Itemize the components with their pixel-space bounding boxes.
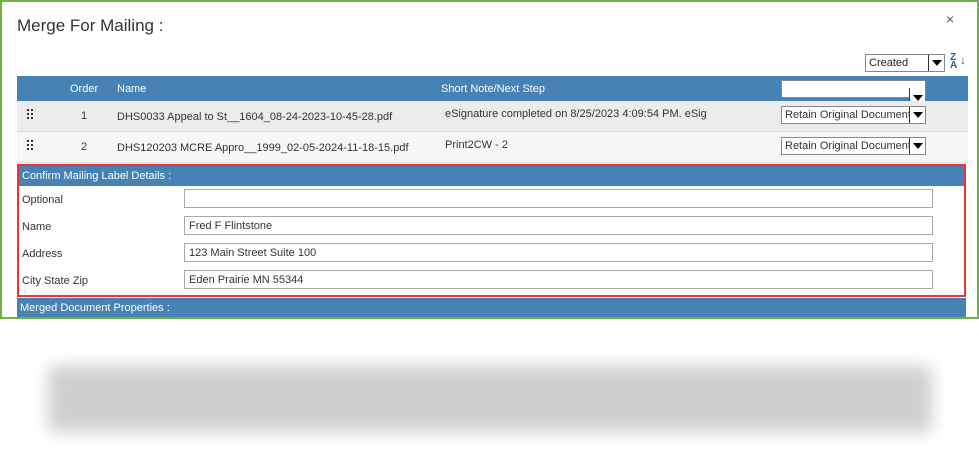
- row-name: DHS120203 MCRE Appro__1999_02-05-2024-11…: [117, 142, 409, 154]
- field-label: Optional: [22, 194, 63, 206]
- name-field[interactable]: [184, 216, 933, 235]
- table-row: 2 DHS120203 MCRE Appro__1999_02-05-2024-…: [17, 132, 968, 163]
- row-retain-value: Retain Original Document: [785, 140, 911, 152]
- form-row-optional: Optional: [19, 186, 964, 213]
- sort-arrow-icon: ↓: [960, 53, 966, 67]
- sort-direction-icon[interactable]: Z A ↓: [950, 53, 966, 71]
- form-row-name: Name: [19, 213, 964, 240]
- table-row: 1 DHS0033 Appeal to St__1604_08-24-2023-…: [17, 101, 968, 132]
- drag-handle-icon[interactable]: [27, 109, 35, 120]
- row-name: DHS0033 Appeal to St__1604_08-24-2023-10…: [117, 111, 393, 123]
- header-name[interactable]: Name: [117, 83, 146, 95]
- field-label: Name: [22, 221, 52, 233]
- row-order: 2: [81, 141, 88, 153]
- header-order[interactable]: Order: [70, 83, 98, 95]
- sort-select-value: Created: [869, 57, 909, 69]
- merged-properties-section-title[interactable]: Merged Document Properties :: [17, 298, 966, 317]
- header-retain-select[interactable]: Retain Original Document: [781, 80, 926, 104]
- drag-handle-icon[interactable]: [27, 140, 35, 151]
- row-order: 1: [81, 110, 88, 122]
- form-row-address: Address: [19, 240, 964, 267]
- form-row-city-state-zip: City State Zip: [19, 267, 964, 294]
- row-retain-select[interactable]: Retain Original Document: [781, 137, 926, 155]
- row-retain-select[interactable]: Retain Original Document: [781, 106, 926, 124]
- blurred-region: [48, 366, 932, 432]
- optional-field[interactable]: [184, 189, 933, 208]
- header-note[interactable]: Short Note/Next Step: [441, 83, 545, 95]
- sort-select[interactable]: Created: [865, 54, 945, 72]
- header-retain-value: Retain Original Document: [785, 83, 911, 95]
- merge-dialog: Merge For Mailing : × Created Z A ↓ Orde…: [0, 0, 979, 319]
- dialog-title: Merge For Mailing :: [17, 16, 164, 35]
- confirm-mailing-section: Confirm Mailing Label Details : Optional…: [17, 164, 966, 297]
- close-icon[interactable]: ×: [946, 11, 954, 27]
- field-label: City State Zip: [22, 275, 89, 287]
- row-retain-value: Retain Original Document: [785, 109, 911, 121]
- confirm-section-title: Confirm Mailing Label Details :: [19, 166, 964, 186]
- documents-grid: Order Name Short Note/Next Step Retain O…: [17, 76, 968, 163]
- row-note: eSignature completed on 8/25/2023 4:09:5…: [445, 108, 707, 120]
- field-label: Address: [22, 248, 63, 260]
- chevron-down-icon[interactable]: [928, 55, 944, 71]
- chevron-down-icon[interactable]: [909, 138, 925, 154]
- grid-header: Order Name Short Note/Next Step Retain O…: [17, 76, 968, 104]
- address-field[interactable]: [184, 243, 933, 262]
- city-state-zip-field[interactable]: [184, 270, 933, 289]
- row-note: Print2CW - 2: [445, 139, 508, 151]
- sort-icon-a: A: [950, 60, 958, 71]
- chevron-down-icon[interactable]: [909, 107, 925, 123]
